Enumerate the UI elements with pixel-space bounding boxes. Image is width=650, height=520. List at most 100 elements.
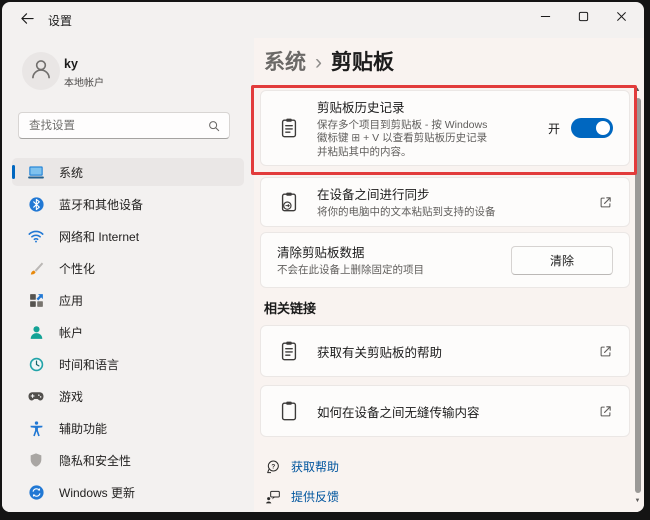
avatar[interactable] — [22, 52, 60, 90]
feedback-icon — [264, 489, 282, 505]
sidebar-nav: 系统 蓝牙和其他设备 网络和 Internet 个性化 — [12, 158, 244, 510]
toggle-state-label: 开 — [548, 120, 560, 137]
accessibility-icon — [27, 419, 45, 437]
sidebar-item-windows-update[interactable]: Windows 更新 — [12, 478, 244, 506]
sync-icon — [27, 483, 45, 501]
clipboard-help-link-card[interactable]: 获取有关剪贴板的帮助 — [260, 325, 630, 377]
external-link-icon — [598, 404, 613, 419]
scroll-up-arrow-icon[interactable]: ▲ — [633, 86, 642, 95]
sidebar-item-network-internet[interactable]: 网络和 Internet — [12, 222, 244, 250]
scroll-down-arrow-icon[interactable]: ▼ — [633, 497, 642, 506]
breadcrumb-separator: › — [306, 51, 331, 74]
maximize-icon — [578, 9, 589, 27]
give-feedback-label: 提供反馈 — [291, 488, 339, 505]
page-title: 剪贴板 — [331, 51, 394, 74]
get-help-link[interactable]: ? 获取帮助 — [264, 458, 339, 475]
shield-icon — [27, 451, 45, 469]
close-button[interactable] — [602, 2, 640, 34]
clear-card-description: 不会在此设备上删除固定的项目 — [277, 264, 511, 278]
sidebar-item-label: 网络和 Internet — [59, 228, 139, 245]
description-line: 徽标键 ⊞ + V 以查看剪贴板历史记录 — [317, 132, 487, 144]
back-button[interactable] — [14, 10, 40, 32]
user-name: ky — [64, 57, 78, 71]
clipboard-history-card[interactable]: 剪贴板历史记录 保存多个项目到剪贴板 - 按 Windows 徽标键 ⊞ + V… — [260, 90, 630, 166]
sidebar-item-privacy-security[interactable]: 隐私和安全性 — [12, 446, 244, 474]
person-icon — [27, 323, 45, 341]
clipboard-lines-icon — [277, 340, 301, 362]
wifi-icon — [27, 227, 45, 245]
close-icon — [616, 9, 627, 27]
settings-window: 设置 ky 本地帐户 — [2, 2, 644, 512]
minimize-icon — [540, 9, 551, 27]
bluetooth-icon — [27, 195, 45, 213]
sidebar-item-label: Windows 更新 — [59, 484, 135, 501]
sidebar-item-bluetooth-devices[interactable]: 蓝牙和其他设备 — [12, 190, 244, 218]
description-line: 并粘贴其中的内容。 — [317, 146, 412, 158]
user-icon — [28, 56, 54, 87]
sidebar: ky 本地帐户 系统 蓝牙和其他设备 — [2, 38, 254, 512]
sidebar-item-accessibility[interactable]: 辅助功能 — [12, 414, 244, 442]
help-headset-icon: ? — [264, 459, 282, 475]
sidebar-item-accounts[interactable]: 帐户 — [12, 318, 244, 346]
paintbrush-icon — [27, 259, 45, 277]
sidebar-item-label: 蓝牙和其他设备 — [59, 196, 143, 213]
main-content: 系统›剪贴板 剪贴板历史记录 保存多个项目到剪贴板 - 按 Windows 徽标… — [254, 38, 644, 512]
sync-across-devices-card[interactable]: 在设备之间进行同步 将你的电脑中的文本粘贴到支持的设备 — [260, 177, 630, 227]
clipboard-sync-icon — [277, 191, 301, 213]
clipboard-history-description: 保存多个项目到剪贴板 - 按 Windows 徽标键 ⊞ + V 以查看剪贴板历… — [317, 119, 548, 160]
sidebar-item-label: 应用 — [59, 292, 83, 309]
sidebar-item-label: 辅助功能 — [59, 420, 107, 437]
back-arrow-icon — [20, 11, 35, 31]
user-account-type: 本地帐户 — [64, 74, 104, 89]
related-link-label: 如何在设备之间无缝传输内容 — [317, 402, 598, 421]
sidebar-item-label: 时间和语言 — [59, 356, 119, 373]
description-line: 保存多个项目到剪贴板 - 按 Windows — [317, 119, 487, 131]
clock-icon — [27, 355, 45, 373]
sync-card-description: 将你的电脑中的文本粘贴到支持的设备 — [317, 206, 598, 220]
sync-card-text: 在设备之间进行同步 将你的电脑中的文本粘贴到支持的设备 — [317, 184, 598, 220]
transfer-content-link-card[interactable]: 如何在设备之间无缝传输内容 — [260, 385, 630, 437]
clear-button[interactable]: 清除 — [511, 246, 613, 275]
clear-card-text: 清除剪贴板数据 不会在此设备上删除固定的项目 — [277, 242, 511, 278]
give-feedback-link[interactable]: 提供反馈 — [264, 488, 339, 505]
sidebar-item-personalization[interactable]: 个性化 — [12, 254, 244, 282]
search-box — [18, 112, 230, 139]
maximize-button[interactable] — [564, 2, 602, 34]
minimize-button[interactable] — [526, 2, 564, 34]
scrollbar-thumb[interactable] — [635, 98, 641, 493]
external-link-icon — [598, 195, 613, 210]
sidebar-item-apps[interactable]: 应用 — [12, 286, 244, 314]
sidebar-item-gaming[interactable]: 游戏 — [12, 382, 244, 410]
sidebar-item-label: 帐户 — [59, 324, 83, 341]
scrollbar[interactable]: ▲ ▼ — [633, 86, 642, 506]
titlebar: 设置 — [2, 2, 644, 38]
window-controls — [526, 2, 640, 34]
breadcrumb-system[interactable]: 系统 — [264, 51, 306, 74]
gamepad-icon — [27, 387, 45, 405]
related-links-header: 相关链接 — [264, 298, 316, 317]
sidebar-item-label: 系统 — [59, 164, 83, 181]
clipboard-history-icon — [277, 117, 301, 139]
toggle-area: 开 — [548, 118, 613, 138]
breadcrumb: 系统›剪贴板 — [264, 46, 394, 76]
app-title: 设置 — [48, 12, 72, 29]
clear-clipboard-card: 清除剪贴板数据 不会在此设备上删除固定的项目 清除 — [260, 232, 630, 288]
clear-card-title: 清除剪贴板数据 — [277, 242, 511, 261]
search-icon — [207, 119, 221, 138]
sidebar-item-time-language[interactable]: 时间和语言 — [12, 350, 244, 378]
related-link-label: 获取有关剪贴板的帮助 — [317, 342, 598, 361]
toggle-knob — [596, 121, 610, 135]
clipboard-history-toggle[interactable] — [571, 118, 613, 138]
system-icon — [27, 163, 45, 181]
sidebar-item-system[interactable]: 系统 — [12, 158, 244, 186]
clipboard-icon — [277, 400, 301, 422]
search-input[interactable] — [19, 113, 229, 138]
sidebar-item-label: 游戏 — [59, 388, 83, 405]
sync-card-title: 在设备之间进行同步 — [317, 184, 598, 203]
clipboard-history-text: 剪贴板历史记录 保存多个项目到剪贴板 - 按 Windows 徽标键 ⊞ + V… — [317, 97, 548, 160]
external-link-icon — [598, 344, 613, 359]
clipboard-history-title: 剪贴板历史记录 — [317, 97, 548, 116]
sidebar-item-label: 隐私和安全性 — [59, 452, 131, 469]
apps-icon — [27, 291, 45, 309]
svg-text:?: ? — [271, 463, 275, 470]
